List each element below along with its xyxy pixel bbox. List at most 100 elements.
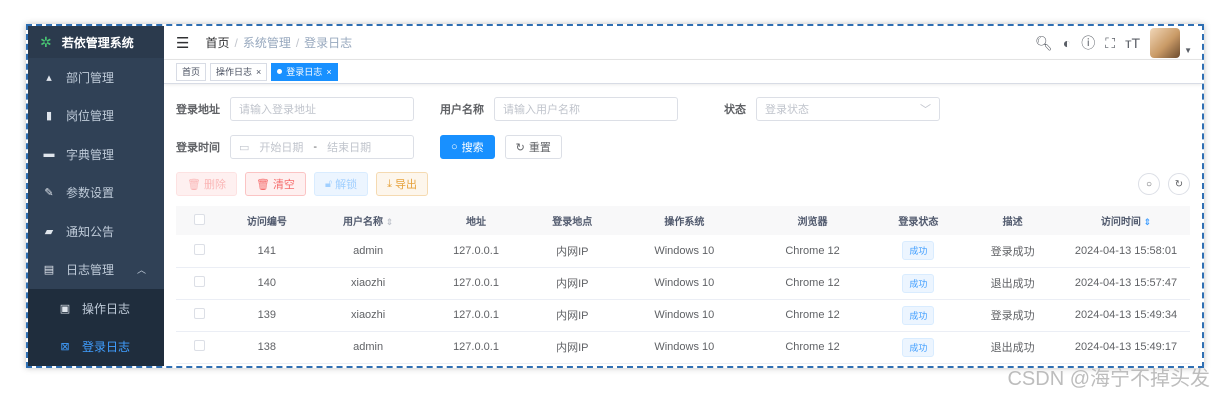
status-select[interactable]: 登录状态 ﹀ bbox=[756, 97, 940, 121]
tag-operlog[interactable]: 操作日志 × bbox=[210, 62, 268, 81]
col-header: 登录地点 bbox=[527, 206, 618, 235]
export-button[interactable]: ⤓ 导出 bbox=[376, 172, 428, 196]
status-badge: 成功 bbox=[902, 337, 935, 357]
logininfor-icon: ⊠ bbox=[60, 341, 70, 354]
table-cell: 成功 bbox=[873, 235, 964, 268]
start-date: 开始日期 bbox=[259, 142, 304, 154]
avatar[interactable] bbox=[1150, 28, 1181, 58]
refresh-icon: ↻ bbox=[1174, 178, 1184, 190]
sidebar-logo[interactable]: ✲ 若依管理系统 bbox=[28, 26, 164, 58]
sidebar-item-operlog[interactable]: ▣ 操作日志 bbox=[28, 289, 164, 328]
form-icon: ▣ bbox=[59, 302, 71, 315]
select-all-checkbox[interactable] bbox=[193, 213, 205, 225]
row-checkbox[interactable] bbox=[193, 308, 205, 319]
tag-label: 登录日志 bbox=[286, 67, 323, 77]
col-header: 操作系统 bbox=[617, 206, 752, 235]
sidebar-item-log[interactable]: ▤ 日志管理 ︿ bbox=[28, 251, 164, 290]
table-cell: Windows 10 bbox=[617, 267, 752, 300]
unlock-button[interactable]: 🔓︎ 解锁 bbox=[313, 172, 369, 196]
chevron-up-icon: ︿ bbox=[136, 265, 146, 276]
sort-icon[interactable]: ⇕ bbox=[386, 217, 394, 227]
table-cell: admin bbox=[311, 235, 425, 268]
toolbar: 🗑︎ 删除 🗑︎ 清空 🔓︎ 解锁 ⤓ 导出 ○ ↻ bbox=[176, 172, 1190, 196]
breadcrumb: 首页 / 系统管理 / 登录日志 bbox=[205, 34, 352, 51]
table-cell: Chrome 12 bbox=[751, 267, 874, 300]
search-row-2: 登录时间 ▭ 开始日期 - 结束日期 ○ 搜索 ↻ 重置 bbox=[176, 134, 1190, 160]
tag-label: 操作日志 bbox=[216, 67, 253, 77]
col-header-sortable[interactable]: 访问时间 ⇕ bbox=[1062, 206, 1190, 235]
trash-icon: 🗑︎ bbox=[255, 178, 270, 191]
github-icon[interactable]: ◐ bbox=[1063, 35, 1071, 51]
search-icon[interactable]: 🔍︎ bbox=[1035, 35, 1053, 52]
table-cell: 内网IP bbox=[527, 267, 618, 300]
tag-logininfor[interactable]: 登录日志 × bbox=[271, 62, 338, 81]
sort-icon[interactable]: ⇕ bbox=[1144, 217, 1152, 227]
table-cell: 2024-04-13 15:49:17 bbox=[1062, 331, 1190, 364]
tag-home[interactable]: 首页 bbox=[176, 62, 207, 81]
row-checkbox[interactable] bbox=[193, 276, 205, 287]
font-size-icon[interactable]: ᴛT bbox=[1125, 35, 1140, 51]
sidebar-item-logininfor[interactable]: ⊠ 登录日志 bbox=[28, 327, 164, 366]
tree-icon: ▴ bbox=[46, 71, 52, 84]
status-placeholder: 登录状态 bbox=[765, 104, 809, 116]
table-row[interactable]: 141 admin 127.0.0.1 内网IP Windows 10 Chrome 12… bbox=[176, 235, 1190, 268]
table-row[interactable]: 140 xiaozhi 127.0.0.1 内网IP Windows 10 Chrome … bbox=[176, 267, 1190, 300]
download-icon: ⤓ bbox=[387, 177, 392, 190]
table-cell: 内网IP bbox=[527, 331, 618, 364]
search-button[interactable]: ○ 搜索 bbox=[440, 135, 495, 159]
logo-icon: ✲ bbox=[40, 33, 52, 50]
sidebar-item-config[interactable]: ✎ 参数设置 bbox=[28, 174, 164, 213]
edit-icon: ✎ bbox=[44, 187, 54, 200]
caret-down-icon[interactable]: ▼ bbox=[1184, 46, 1192, 55]
close-icon[interactable]: × bbox=[326, 67, 331, 77]
table-cell: xiaozhi bbox=[311, 267, 425, 300]
breadcrumb-home[interactable]: 首页 bbox=[205, 36, 229, 50]
toggle-search-button[interactable]: ○ bbox=[1138, 173, 1160, 195]
sidebar-item-notice[interactable]: ▰ 通知公告 bbox=[28, 212, 164, 251]
table-cell: 内网IP bbox=[527, 299, 618, 332]
table-cell: 2024-04-13 15:49:34 bbox=[1062, 299, 1190, 332]
table-cell: xiaozhi bbox=[311, 299, 425, 332]
username-input[interactable]: 请输入用户名称 bbox=[494, 97, 678, 121]
table-cell: 138 bbox=[222, 331, 312, 364]
clear-button[interactable]: 🗑︎ 清空 bbox=[244, 172, 306, 196]
table-cell: 成功 bbox=[873, 299, 964, 332]
breadcrumb-sep: / bbox=[295, 36, 300, 50]
date-range-input[interactable]: ▭ 开始日期 - 结束日期 bbox=[230, 135, 414, 159]
row-checkbox[interactable] bbox=[193, 243, 205, 255]
delete-label: 删除 bbox=[203, 179, 226, 191]
delete-button[interactable]: 🗑︎ 删除 bbox=[176, 172, 237, 196]
reset-button[interactable]: ↻ 重置 bbox=[504, 135, 562, 159]
table-row[interactable]: 138 admin 127.0.0.1 内网IP Windows 10 Chrome 12… bbox=[176, 331, 1190, 364]
fullscreen-icon[interactable]: ⛶ bbox=[1105, 35, 1115, 52]
log-icon: ▤ bbox=[43, 264, 55, 277]
breadcrumb-system[interactable]: 系统管理 bbox=[243, 36, 291, 50]
col-header-sortable[interactable]: 用户名称 ⇕ bbox=[311, 206, 425, 235]
login-log-table: 访问编号 用户名称 ⇕ 地址 登录地点 操作系统 浏览器 登录状态 描述 访问时… bbox=[176, 206, 1190, 364]
hamburger-icon[interactable]: ☰ bbox=[176, 34, 189, 52]
close-icon[interactable]: × bbox=[256, 67, 261, 77]
row-checkbox[interactable] bbox=[193, 340, 205, 351]
chevron-down-icon: ﹀ bbox=[920, 104, 931, 116]
app-title: 若依管理系统 bbox=[61, 35, 134, 50]
status-label: 状态 bbox=[724, 104, 746, 116]
breadcrumb-current: 登录日志 bbox=[304, 36, 353, 50]
table-cell: 140 bbox=[222, 267, 312, 300]
username-label: 用户名称 bbox=[440, 104, 484, 116]
unlock-icon: 🔓︎ bbox=[324, 177, 333, 190]
table-cell: 127.0.0.1 bbox=[424, 331, 528, 364]
sidebar-item-dict[interactable]: ▬ 字典管理 bbox=[28, 135, 164, 174]
refresh-button[interactable]: ↻ bbox=[1168, 173, 1190, 195]
row-select-cell bbox=[176, 299, 222, 332]
navbar: ☰ 首页 / 系统管理 / 登录日志 🔍︎ ◐ ⓘ ⛶ ᴛT ▼ bbox=[164, 26, 1202, 60]
col-header: 登录状态 bbox=[873, 206, 964, 235]
question-icon[interactable]: ⓘ bbox=[1081, 33, 1095, 53]
table-cell: 139 bbox=[222, 299, 312, 332]
ipaddr-input[interactable]: 请输入登录地址 bbox=[230, 97, 414, 121]
sidebar-item-post[interactable]: ▮ 岗位管理 bbox=[28, 97, 164, 136]
col-header: 访问编号 bbox=[222, 206, 312, 235]
sidebar-item-dept[interactable]: ▴ 部门管理 bbox=[28, 58, 164, 97]
table-row[interactable]: 139 xiaozhi 127.0.0.1 内网IP Windows 10 Chrome … bbox=[176, 299, 1190, 332]
main-area: ☰ 首页 / 系统管理 / 登录日志 🔍︎ ◐ ⓘ ⛶ ᴛT ▼ 首页 操作日志 × 登录… bbox=[164, 26, 1202, 366]
table-cell: Chrome 12 bbox=[751, 299, 874, 332]
